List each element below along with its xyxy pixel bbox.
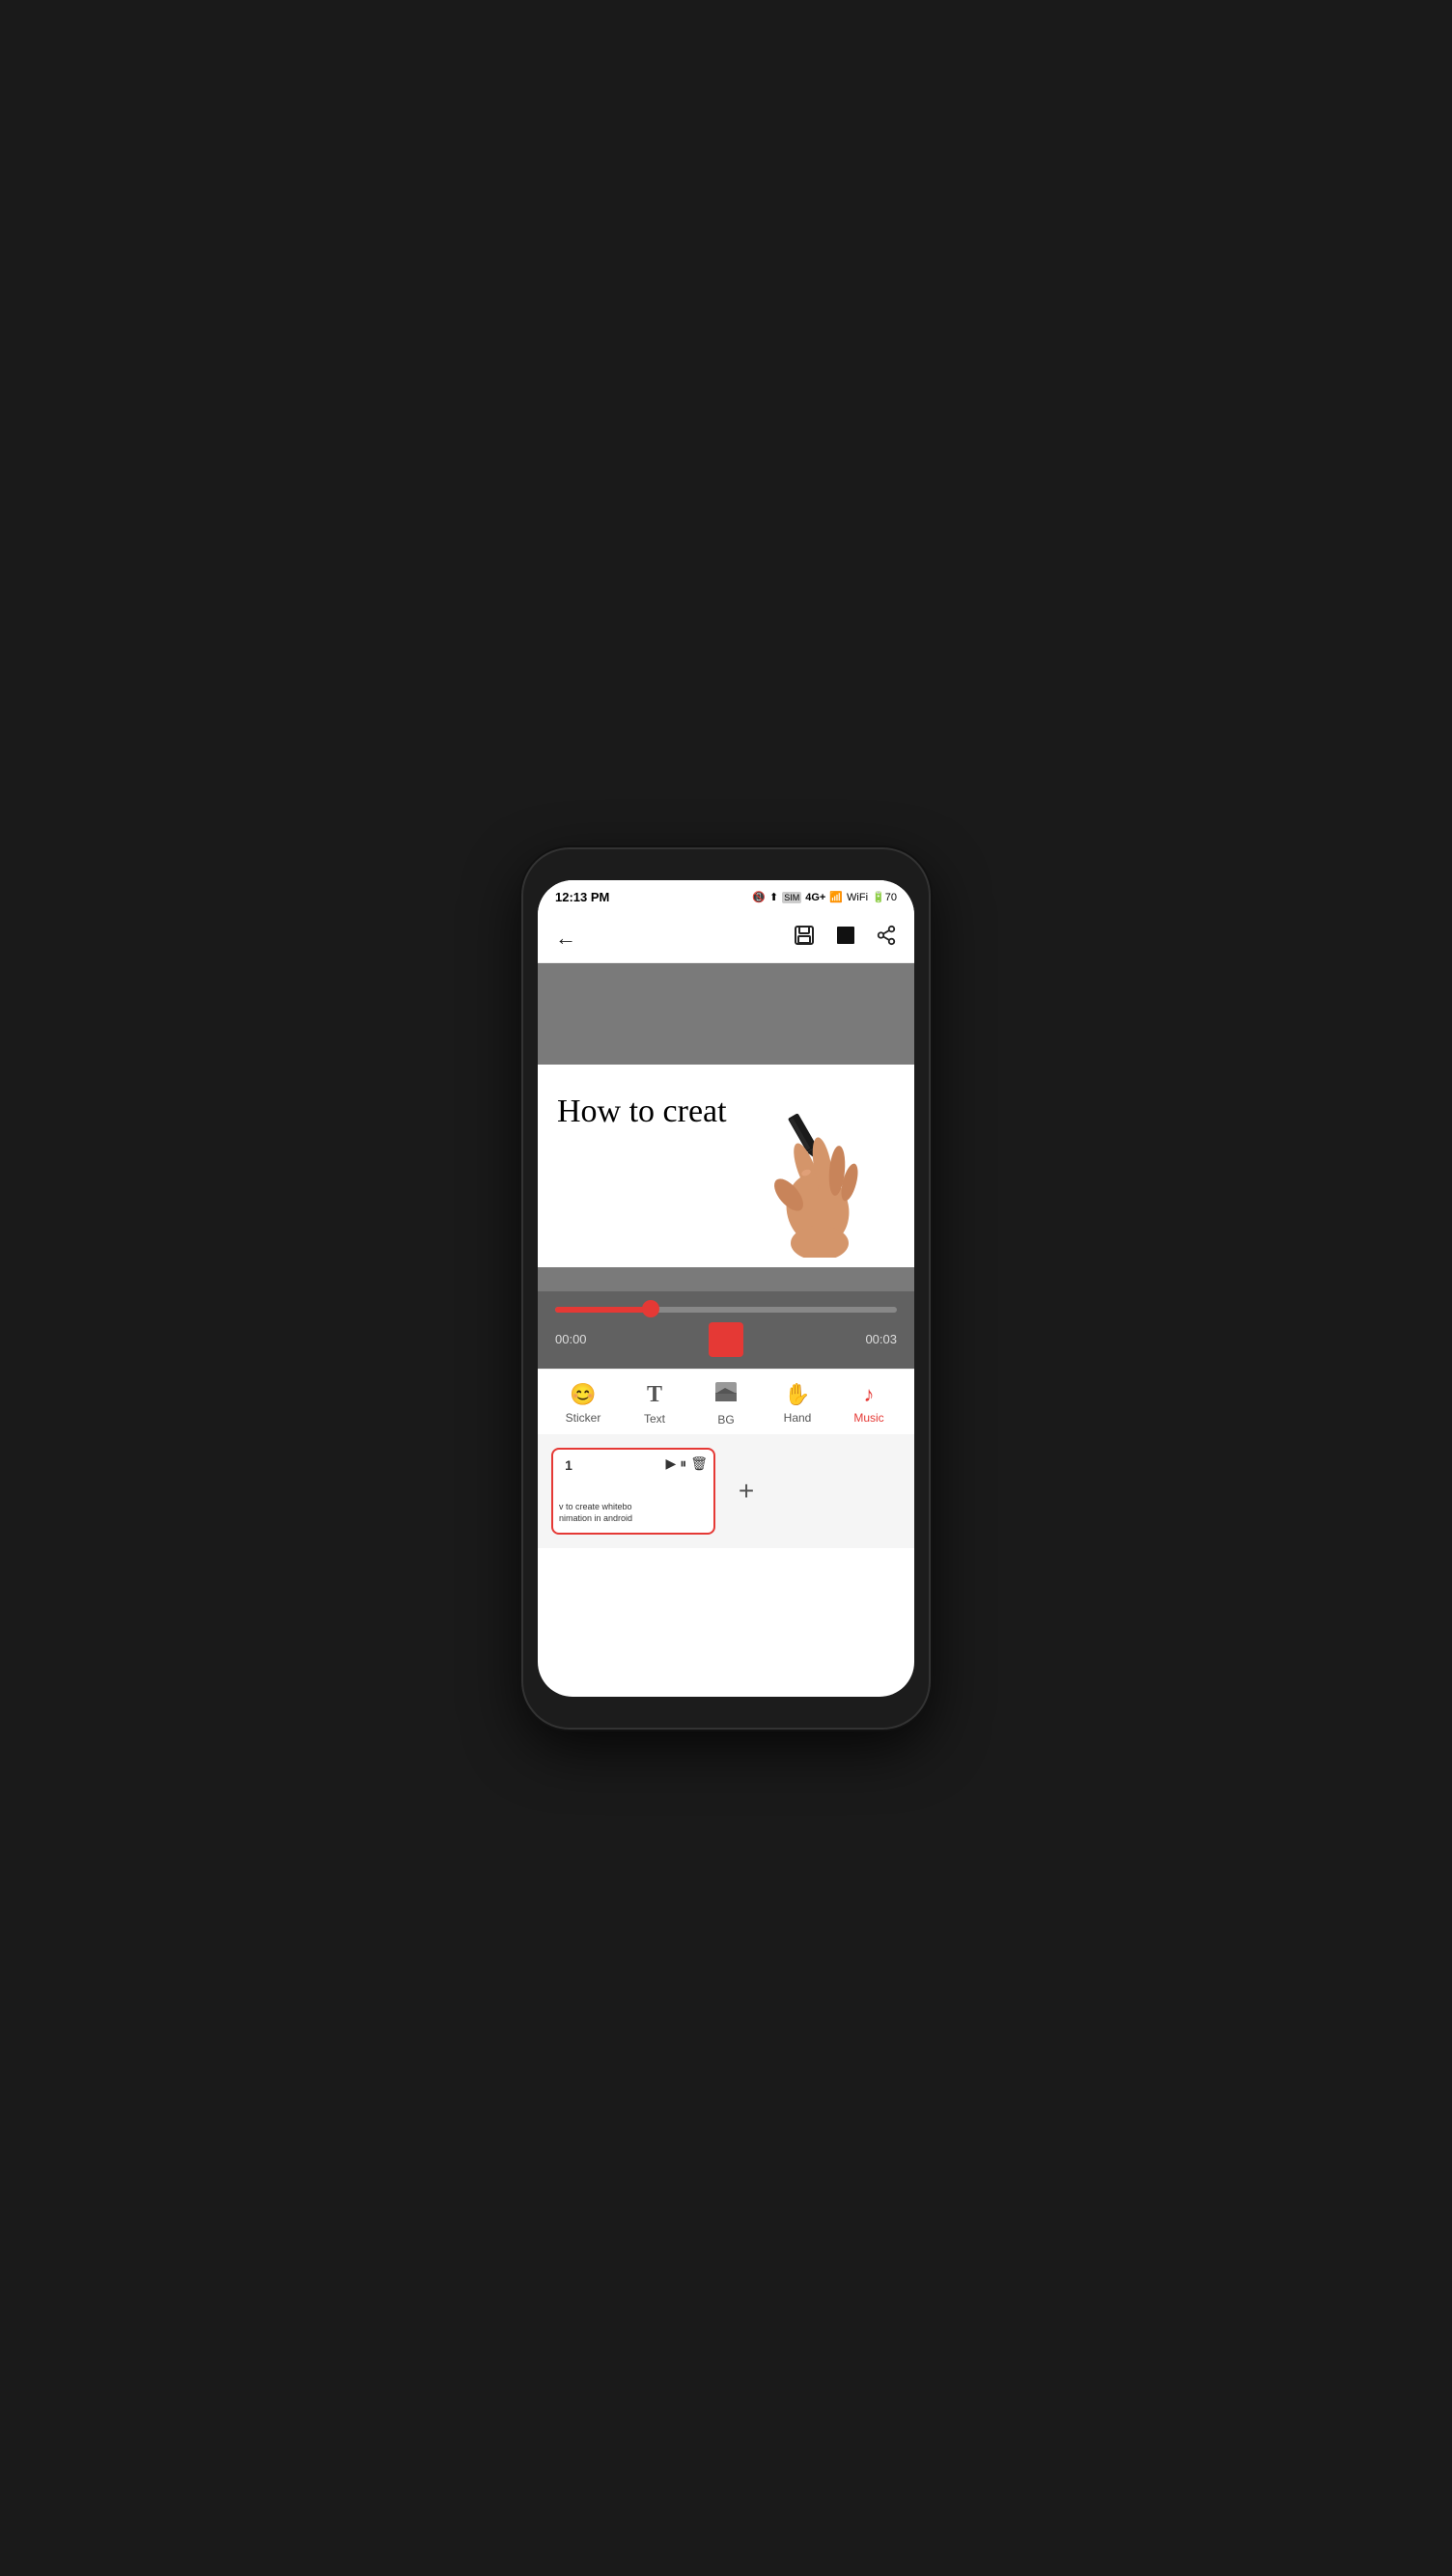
video-top-gray [538, 963, 914, 1065]
phone-screen: 12:13 PM 📵 ⬆ SIM 4G+ 📶 WiFi 🔋70 ← [538, 880, 914, 1697]
clip-timeline-area: 1 ▶ ⏸ 🗑 v to create whitebo nimation in … [538, 1434, 914, 1548]
upload-icon: ⬆ [769, 891, 778, 903]
phone-frame: 12:13 PM 📵 ⬆ SIM 4G+ 📶 WiFi 🔋70 ← [523, 849, 929, 1728]
tool-bg[interactable]: BG [690, 1381, 762, 1426]
video-canvas: How to creat [538, 1065, 914, 1267]
bg-label: BG [717, 1413, 734, 1426]
back-button[interactable]: ← [555, 926, 576, 951]
tool-text[interactable]: T Text [619, 1382, 690, 1426]
bottom-toolbar: 😊 Sticker T Text BG ✋ Hand [538, 1369, 914, 1434]
text-tool-icon: T [647, 1382, 662, 1408]
tool-sticker[interactable]: 😊 Sticker [547, 1382, 619, 1425]
music-label: Music [853, 1411, 883, 1425]
clip-pause-icon[interactable]: ⏸ [680, 1455, 686, 1472]
tool-music[interactable]: ♪ Music [833, 1382, 905, 1425]
signal-icon: 📶 [829, 891, 843, 903]
timeline-area: 00:00 00:03 [538, 1291, 914, 1369]
writing-text: How to creat [557, 1094, 727, 1130]
video-container: How to creat [538, 963, 914, 1291]
sticker-icon: 😊 [570, 1382, 596, 1407]
sticker-label: Sticker [566, 1411, 601, 1425]
timeline-progress [555, 1307, 651, 1313]
timeline-timestamps: 00:00 00:03 [555, 1322, 897, 1357]
timeline-bar[interactable] [555, 1307, 897, 1313]
toolbar-right [793, 924, 897, 953]
wifi-icon: WiFi [847, 892, 868, 903]
clip-controls: ▶ ⏸ 🗑 [665, 1455, 708, 1472]
battery-icon: 🔋70 [872, 891, 897, 903]
status-time: 12:13 PM [555, 890, 609, 904]
clip-preview-line2: nimation in android [559, 1513, 708, 1525]
time-current: 00:00 [555, 1332, 587, 1346]
stop-record-button[interactable] [835, 925, 856, 952]
network-label: 4G+ [805, 892, 825, 903]
status-icons: 📵 ⬆ SIM 4G+ 📶 WiFi 🔋70 [752, 891, 897, 903]
add-clip-button[interactable]: + [725, 1470, 768, 1512]
share-button[interactable] [876, 925, 897, 952]
hand-label: Hand [784, 1411, 812, 1425]
status-bar: 12:13 PM 📵 ⬆ SIM 4G+ 📶 WiFi 🔋70 [538, 880, 914, 915]
hand-pen-illustration [760, 1103, 885, 1258]
hand-icon: ✋ [784, 1382, 810, 1407]
save-button[interactable] [793, 924, 816, 953]
time-total: 00:03 [865, 1332, 897, 1346]
top-toolbar: ← [538, 915, 914, 963]
clip-preview-line1: v to create whitebo [559, 1502, 708, 1513]
clip-item-1[interactable]: 1 ▶ ⏸ 🗑 v to create whitebo nimation in … [551, 1448, 715, 1535]
video-bottom-gray [538, 1267, 914, 1291]
stop-playback-button[interactable] [709, 1322, 743, 1357]
notification-icon: 📵 [752, 891, 766, 903]
sim-icon: SIM [782, 892, 801, 903]
text-label: Text [644, 1412, 665, 1426]
toolbar-left: ← [555, 926, 576, 951]
clip-text-preview: v to create whitebo nimation in android [559, 1502, 708, 1524]
clip-delete-icon[interactable]: 🗑 [690, 1455, 708, 1472]
clip-number: 1 [559, 1455, 578, 1475]
timeline-thumb[interactable] [642, 1300, 659, 1317]
music-icon: ♪ [864, 1382, 875, 1407]
tool-hand[interactable]: ✋ Hand [762, 1382, 833, 1425]
clip-play-icon[interactable]: ▶ [665, 1455, 676, 1472]
bg-icon [714, 1381, 738, 1409]
